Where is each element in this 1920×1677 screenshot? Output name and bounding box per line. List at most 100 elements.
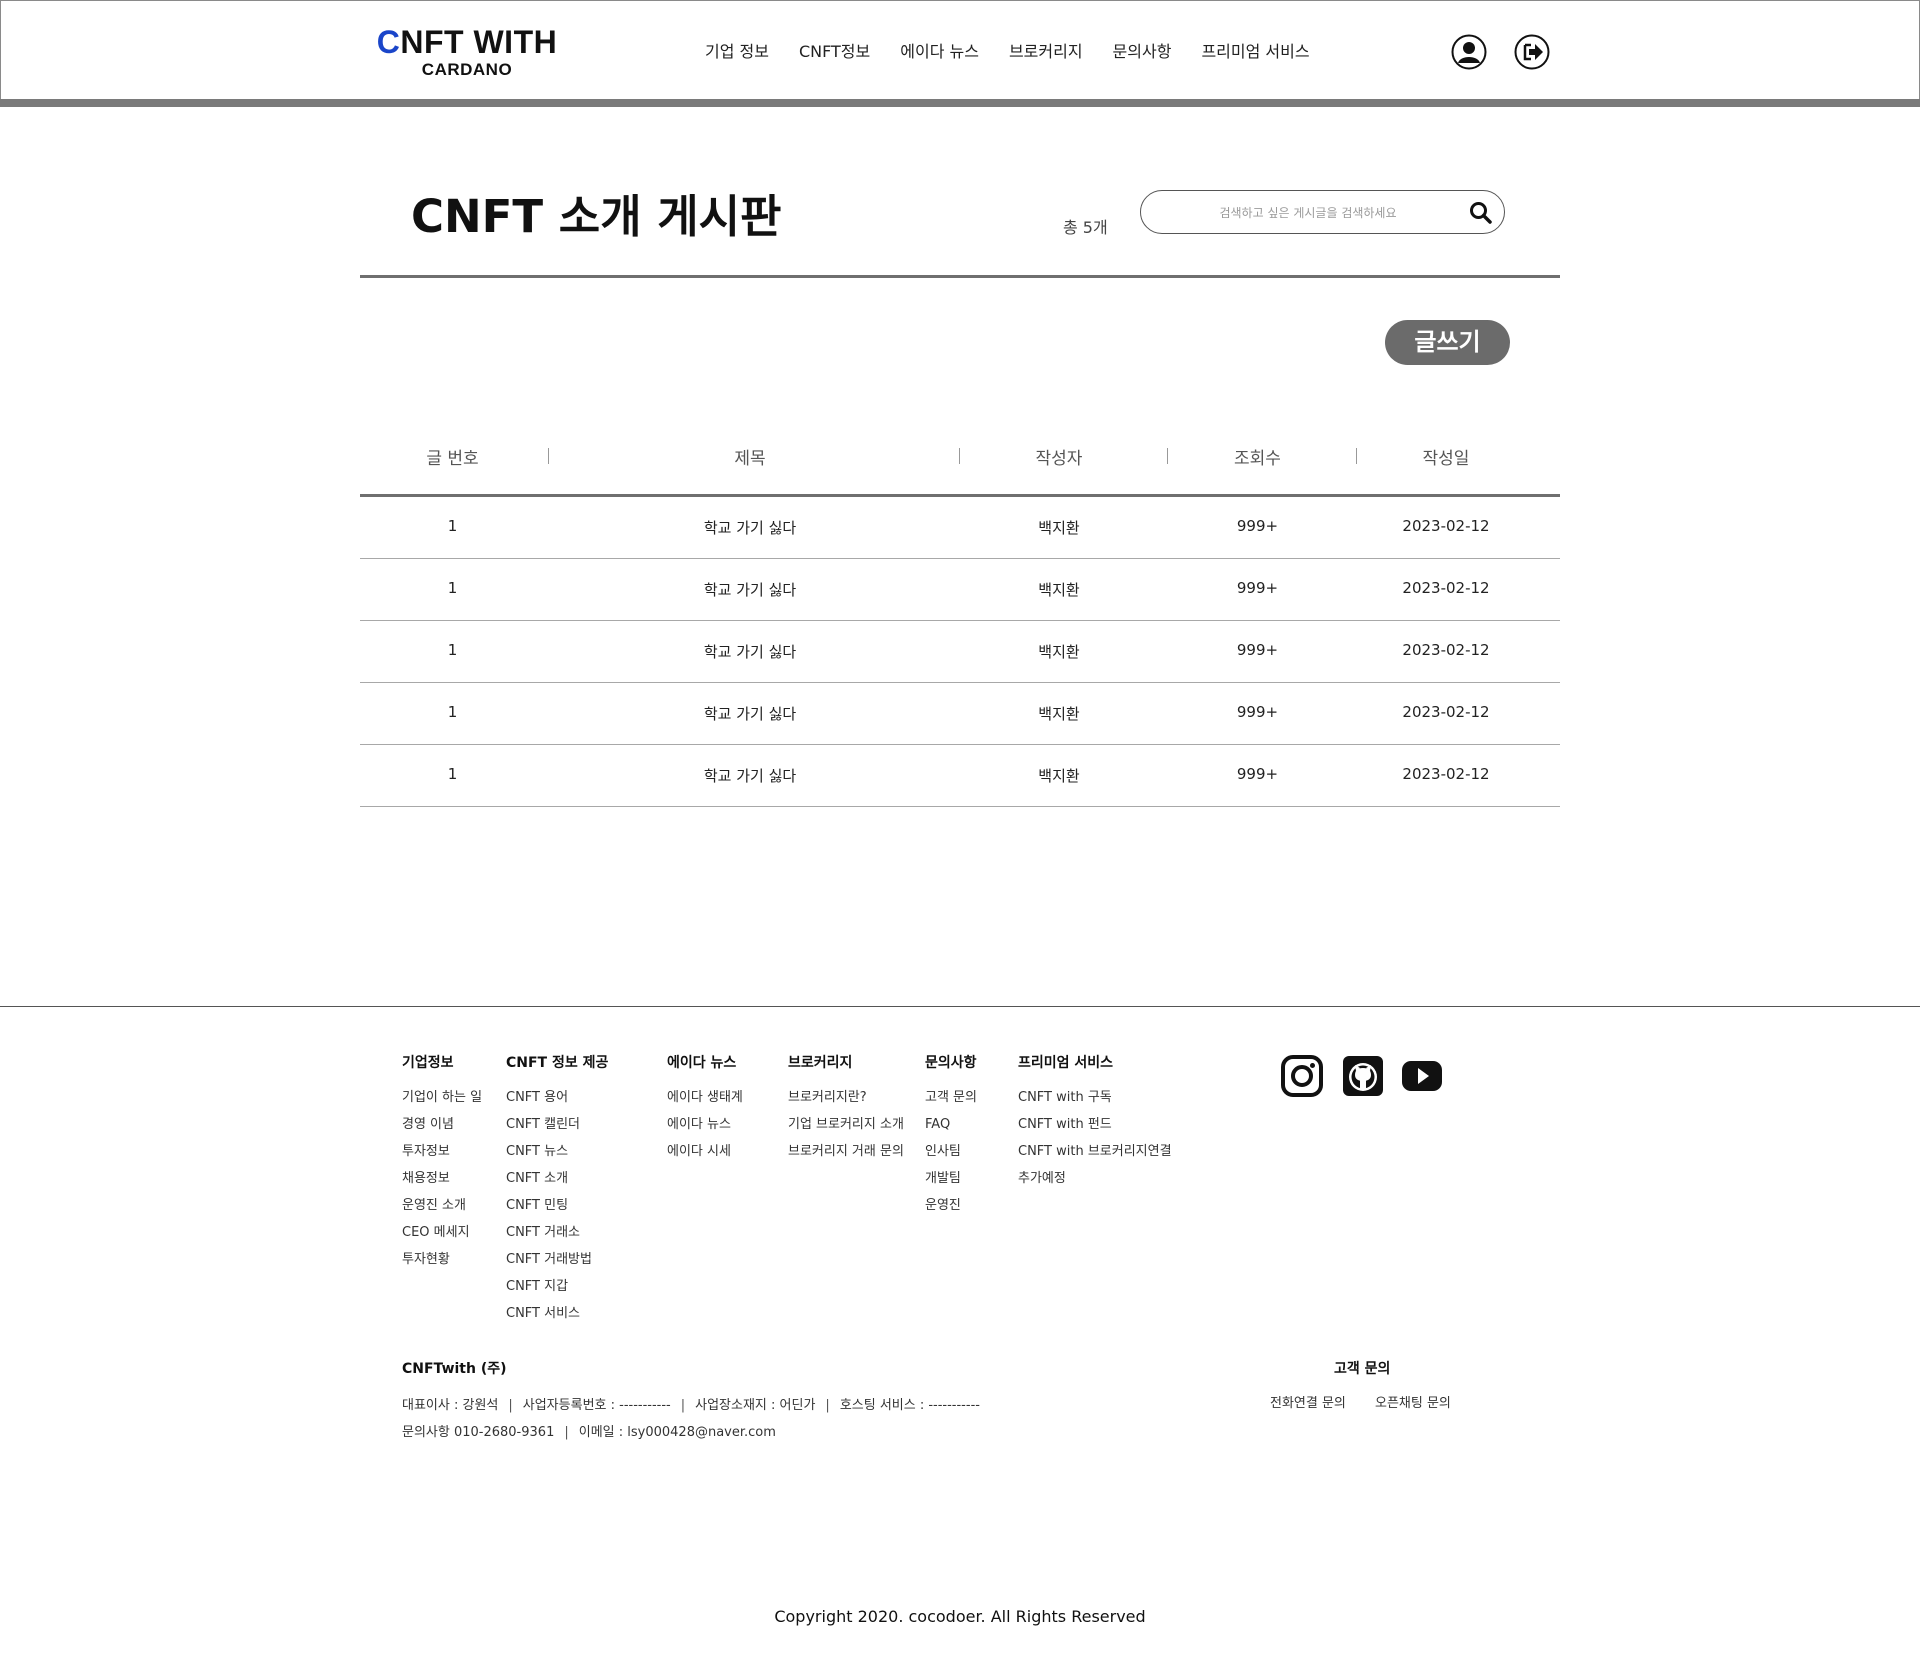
cell-title[interactable]: 학교 가기 싫다	[545, 579, 955, 600]
footer-link[interactable]: CNFT 캘린더	[506, 1111, 608, 1138]
footer-link[interactable]: 경영 이념	[402, 1111, 482, 1138]
footer-link[interactable]: CNFT 민팅	[506, 1192, 608, 1219]
footer-link[interactable]: 고객 문의	[925, 1084, 977, 1111]
cell-title[interactable]: 학교 가기 싫다	[545, 703, 955, 724]
cell-views: 999+	[1236, 765, 1279, 783]
write-post-button[interactable]: 글쓰기	[1385, 320, 1510, 365]
cell-title[interactable]: 학교 가기 싫다	[545, 765, 955, 786]
user-icon[interactable]	[1451, 34, 1487, 70]
footer-link[interactable]: 브로커리지 거래 문의	[788, 1138, 904, 1165]
footer-link[interactable]: 에이다 시세	[667, 1138, 743, 1165]
nav-cnft-info[interactable]: CNFT정보	[799, 38, 870, 62]
header-divider	[0, 99, 1920, 107]
footer-link[interactable]: 운영진	[925, 1192, 977, 1219]
nav-premium-service[interactable]: 프리미엄 서비스	[1201, 38, 1309, 62]
site-logo[interactable]: CNFT WITH CARDANO	[372, 23, 562, 79]
youtube-icon[interactable]	[1401, 1055, 1443, 1097]
cell-views: 999+	[1236, 579, 1279, 597]
table-row[interactable]: 1 학교 가기 싫다 백지환 999+ 2023-02-12	[360, 683, 1560, 745]
nav-ada-news[interactable]: 에이다 뉴스	[900, 38, 979, 62]
open-chat-inquiry-link[interactable]: 오픈채팅 문의	[1375, 1392, 1451, 1411]
cell-views: 999+	[1236, 517, 1279, 535]
nav-brokerage[interactable]: 브로커리지	[1009, 38, 1083, 62]
table-row[interactable]: 1 학교 가기 싫다 백지환 999+ 2023-02-12	[360, 559, 1560, 621]
footer-divider	[0, 1006, 1920, 1007]
col-header-author[interactable]: 작성자	[955, 444, 1163, 469]
col-header-number[interactable]: 글 번호	[360, 444, 545, 469]
cell-title[interactable]: 학교 가기 싫다	[545, 641, 955, 662]
post-table: 글 번호 제목 작성자 조회수 작성일 1 학교 가기 싫다 백지환 999+ …	[360, 430, 1560, 807]
footer-link[interactable]: 인사팀	[925, 1138, 977, 1165]
footer-link[interactable]: 운영진 소개	[402, 1192, 482, 1219]
footer-link[interactable]: CNFT 거래방법	[506, 1246, 608, 1273]
col-header-title[interactable]: 제목	[545, 444, 955, 469]
table-row[interactable]: 1 학교 가기 싫다 백지환 999+ 2023-02-12	[360, 497, 1560, 559]
page-title: CNFT 소개 게시판	[411, 190, 782, 243]
cell-title[interactable]: 학교 가기 싫다	[545, 517, 955, 538]
cell-views: 999+	[1236, 703, 1279, 721]
cell-number: 1	[447, 641, 458, 659]
footer-link[interactable]: 기업이 하는 일	[402, 1084, 482, 1111]
cell-date: 2023-02-12	[1402, 703, 1490, 721]
footer-link[interactable]: 브로커리지란?	[788, 1084, 904, 1111]
hosting-info: 호스팅 서비스 : -----------	[839, 1398, 980, 1413]
search-box	[1140, 190, 1505, 235]
footer-link[interactable]: CNFT with 브로커리지연결	[1018, 1138, 1172, 1165]
footer-link[interactable]: 개발팀	[925, 1165, 977, 1192]
nav-inquiries[interactable]: 문의사항	[1113, 38, 1172, 62]
logout-icon[interactable]	[1514, 34, 1550, 70]
ceo-info: 대표이사 : 강원석	[402, 1398, 499, 1413]
footer-link[interactable]: 투자현황	[402, 1246, 482, 1273]
footer-link[interactable]: FAQ	[925, 1111, 977, 1138]
col-header-views[interactable]: 조회수	[1163, 444, 1352, 469]
footer-link[interactable]: CNFT 뉴스	[506, 1138, 608, 1165]
table-row[interactable]: 1 학교 가기 싫다 백지환 999+ 2023-02-12	[360, 621, 1560, 683]
logo-accent-letter: C	[376, 24, 401, 60]
footer-heading: 프리미엄 서비스	[1018, 1055, 1114, 1071]
footer-heading: CNFT 정보 제공	[506, 1055, 609, 1071]
footer-link[interactable]: 기업 브로커리지 소개	[788, 1111, 904, 1138]
copyright: Copyright 2020. cocodoer. All Rights Res…	[774, 1607, 1146, 1626]
footer-link[interactable]: CEO 메세지	[402, 1219, 482, 1246]
logo-title-rest: NFT WITH	[400, 24, 558, 60]
phone-inquiry-link[interactable]: 전화연결 문의	[1270, 1392, 1346, 1411]
footer-link[interactable]: CNFT 용어	[506, 1084, 608, 1111]
instagram-icon[interactable]	[1281, 1055, 1323, 1097]
github-icon[interactable]	[1342, 1055, 1384, 1097]
footer-link[interactable]: 채용정보	[402, 1165, 482, 1192]
company-name: CNFTwith (주)	[402, 1361, 507, 1377]
table-row[interactable]: 1 학교 가기 싫다 백지환 999+ 2023-02-12	[360, 745, 1560, 807]
footer-link[interactable]: CNFT 거래소	[506, 1219, 608, 1246]
logo-subtitle: CARDANO	[421, 60, 513, 79]
search-icon[interactable]	[1468, 200, 1494, 226]
cell-author: 백지환	[1038, 705, 1080, 723]
footer-link[interactable]: CNFT 지갑	[506, 1273, 608, 1300]
cell-date: 2023-02-12	[1402, 765, 1490, 783]
footer-link[interactable]: 에이다 생태계	[667, 1084, 743, 1111]
footer-link[interactable]: 추가예정	[1018, 1165, 1172, 1192]
cell-views: 999+	[1236, 641, 1279, 659]
main-nav: 기업 정보 CNFT정보 에이다 뉴스 브로커리지 문의사항 프리미엄 서비스	[705, 38, 1340, 62]
cell-number: 1	[447, 765, 458, 783]
phone-info: 문의사항 010-2680-9361	[402, 1425, 555, 1440]
cell-number: 1	[447, 703, 458, 721]
footer-heading: 브로커리지	[788, 1055, 853, 1071]
footer-link[interactable]: 에이다 뉴스	[667, 1111, 743, 1138]
site-header: CNFT WITH CARDANO 기업 정보 CNFT정보 에이다 뉴스 브로…	[0, 0, 1920, 100]
footer-heading: 기업정보	[402, 1055, 454, 1071]
footer-link[interactable]: CNFT 소개	[506, 1165, 608, 1192]
cell-author: 백지환	[1038, 643, 1080, 661]
footer-link[interactable]: 투자정보	[402, 1138, 482, 1165]
footer-link[interactable]: CNFT with 펀드	[1018, 1111, 1172, 1138]
cell-date: 2023-02-12	[1402, 517, 1490, 535]
email-info[interactable]: 이메일 : lsy000428@naver.com	[579, 1425, 776, 1440]
cell-number: 1	[447, 517, 458, 535]
nav-company-info[interactable]: 기업 정보	[705, 38, 769, 62]
table-header: 글 번호 제목 작성자 조회수 작성일	[360, 430, 1560, 497]
footer-link[interactable]: CNFT 서비스	[506, 1300, 608, 1327]
footer-link[interactable]: CNFT with 구독	[1018, 1084, 1172, 1111]
search-input[interactable]	[1161, 191, 1455, 235]
col-header-date[interactable]: 작성일	[1352, 444, 1540, 469]
footer-col-brokerage: 브로커리지 브로커리지란? 기업 브로커리지 소개 브로커리지 거래 문의	[788, 1052, 904, 1165]
logo-title: CNFT WITH	[372, 23, 562, 61]
